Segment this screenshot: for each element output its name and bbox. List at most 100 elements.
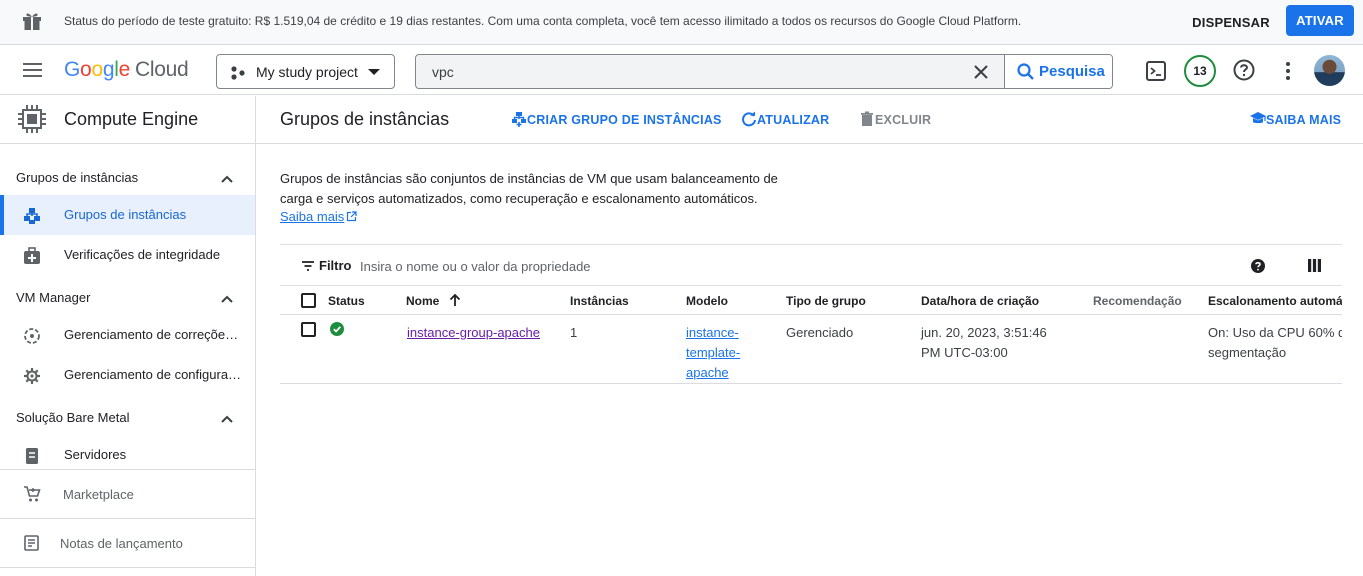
- template-link-line-2: template-: [686, 345, 741, 360]
- sidebar: Compute Engine Grupos de instâncias Grup…: [0, 96, 256, 576]
- chevron-up-icon[interactable]: [220, 414, 234, 424]
- help-circle-icon[interactable]: [1250, 258, 1266, 274]
- trash-icon: [861, 111, 873, 126]
- column-recommendation[interactable]: Recomendação: [1093, 294, 1182, 308]
- section-vm-manager: VM Manager: [16, 290, 91, 305]
- sidebar-item-label: Gerenciamento de configura…: [64, 367, 242, 382]
- sidebar-item-config-management[interactable]: Gerenciamento de configura…: [0, 355, 255, 395]
- column-display-icon[interactable]: [1308, 259, 1321, 272]
- template-link[interactable]: instance- template- apache: [686, 323, 740, 383]
- product-header: Compute Engine: [0, 96, 255, 144]
- created-line-1: jun. 20, 2023, 3:51:46: [921, 325, 1047, 340]
- project-dots-icon: [231, 66, 245, 80]
- chevron-up-icon[interactable]: [220, 294, 234, 304]
- project-selector[interactable]: My study project: [216, 54, 395, 89]
- table-header: Status Nome Instâncias Modelo Tipo de gr…: [280, 286, 1342, 315]
- activate-button[interactable]: ATIVAR: [1286, 5, 1354, 36]
- trial-status-message: Status do período de teste gratuito: R$ …: [64, 14, 1022, 28]
- health-check-icon: [24, 247, 40, 264]
- description-line-1: Grupos de instâncias são conjuntos de in…: [280, 171, 778, 186]
- learn-more-link-text: Saiba mais: [280, 209, 345, 224]
- instances-count: 1: [570, 325, 578, 340]
- column-name[interactable]: Nome: [406, 294, 439, 308]
- cloud-shell-icon[interactable]: [1145, 60, 1167, 82]
- sidebar-item-release-notes[interactable]: Notas de lançamento: [0, 519, 255, 567]
- delete-label: EXCLUIR: [875, 113, 932, 127]
- filter-icon: [302, 261, 314, 271]
- logo-cloud-text: Cloud: [134, 58, 189, 81]
- filter-input[interactable]: [360, 253, 1200, 279]
- search-button[interactable]: Pesquisa: [1004, 55, 1112, 88]
- page-title: Grupos de instâncias: [280, 109, 450, 129]
- trial-banner: Status do período de teste gratuito: R$ …: [0, 0, 1363, 45]
- patch-icon: [24, 328, 40, 344]
- row-checkbox[interactable]: [301, 322, 316, 337]
- notifications-badge[interactable]: 13: [1184, 55, 1216, 87]
- learn-more-label: SAIBA MAIS: [1266, 113, 1342, 127]
- sidebar-item-patch-management[interactable]: Gerenciamento de correções…: [0, 315, 255, 355]
- search-icon: [1017, 63, 1034, 80]
- column-status[interactable]: Status: [328, 294, 365, 308]
- section-instance-groups: Grupos de instâncias: [16, 170, 139, 185]
- chevron-up-icon[interactable]: [220, 174, 234, 184]
- refresh-button[interactable]: ATUALIZAR: [741, 111, 831, 128]
- instance-group-name-link[interactable]: instance-group-apache: [407, 323, 540, 343]
- create-group-icon: [512, 112, 526, 127]
- column-autoscaling[interactable]: Escalonamento automático: [1208, 294, 1342, 308]
- template-link-line-1: instance-: [686, 325, 739, 340]
- search-input[interactable]: [416, 55, 971, 88]
- caret-down-icon: [368, 69, 380, 75]
- menu-icon[interactable]: [22, 60, 44, 80]
- delete-button[interactable]: EXCLUIR: [860, 111, 932, 128]
- refresh-label: ATUALIZAR: [757, 113, 830, 127]
- instance-groups-icon: [24, 208, 40, 224]
- google-cloud-logo[interactable]: Google Cloud: [64, 58, 189, 82]
- clear-search-icon[interactable]: [972, 63, 990, 81]
- sidebar-item-label: Servidores: [64, 447, 127, 462]
- sidebar-item-label: Gerenciamento de correções…: [64, 327, 244, 342]
- column-created[interactable]: Data/hora de criação: [921, 294, 1039, 308]
- cart-icon: [24, 486, 41, 502]
- sidebar-item-label: Marketplace: [63, 487, 134, 502]
- sidebar-item-instance-groups[interactable]: Grupos de instâncias: [0, 195, 255, 235]
- column-instances[interactable]: Instâncias: [570, 294, 629, 308]
- learn-more-link[interactable]: Saiba mais: [280, 209, 357, 224]
- created-value: jun. 20, 2023, 3:51:46 PM UTC-03:00: [921, 323, 1047, 363]
- autoscaling-line-1: On: Uso da CPU 60% da: [1208, 325, 1342, 340]
- filter-bar: Filtro: [280, 244, 1342, 286]
- status-ok-icon: [330, 322, 344, 336]
- avatar[interactable]: [1314, 55, 1345, 86]
- learn-more-button[interactable]: SAIBA MAIS: [1249, 112, 1342, 128]
- more-vert-icon[interactable]: [1278, 60, 1298, 82]
- sort-ascending-icon[interactable]: [448, 293, 462, 307]
- template-link-line-3: apache: [686, 365, 729, 380]
- gift-icon: [23, 13, 41, 30]
- product-title: Compute Engine: [64, 109, 199, 129]
- create-instance-group-button[interactable]: CRIAR GRUPO DE INSTÂNCIAS: [511, 112, 721, 128]
- table-row: instance-group-apache 1 instance- templa…: [280, 315, 1342, 384]
- autoscaling-value: On: Uso da CPU 60% da segmentação: [1208, 323, 1342, 363]
- open-in-new-icon: [347, 211, 357, 222]
- search-bar: Pesquisa: [415, 54, 1113, 89]
- compute-engine-chip-icon: [18, 105, 46, 133]
- description-line-2: carga e serviços automatizados, como rec…: [280, 191, 758, 206]
- top-app-bar: GoogleCloud My study project Pesquisa 13: [0, 46, 1363, 95]
- sidebar-item-marketplace[interactable]: Marketplace: [0, 470, 255, 518]
- page-header: Grupos de instâncias CRIAR GRUPO DE INST…: [256, 96, 1363, 144]
- config-gear-icon: [24, 368, 40, 384]
- sidebar-item-label: Notas de lançamento: [60, 536, 183, 551]
- column-template[interactable]: Modelo: [686, 294, 728, 308]
- server-icon: [26, 448, 38, 464]
- release-notes-icon: [24, 535, 39, 551]
- select-all-checkbox[interactable]: [301, 293, 316, 308]
- autoscaling-line-2: segmentação: [1208, 345, 1287, 360]
- search-button-label: Pesquisa: [1039, 63, 1105, 80]
- dismiss-button[interactable]: DISPENSAR: [1183, 6, 1279, 38]
- sidebar-item-health-checks[interactable]: Verificações de integridade: [0, 235, 255, 275]
- create-instance-group-label: CRIAR GRUPO DE INSTÂNCIAS: [527, 113, 722, 127]
- refresh-icon: [742, 111, 756, 127]
- project-name: My study project: [256, 64, 358, 80]
- help-icon[interactable]: [1233, 59, 1255, 81]
- created-line-2: PM UTC-03:00: [921, 345, 1008, 360]
- column-group-type[interactable]: Tipo de grupo: [786, 294, 866, 308]
